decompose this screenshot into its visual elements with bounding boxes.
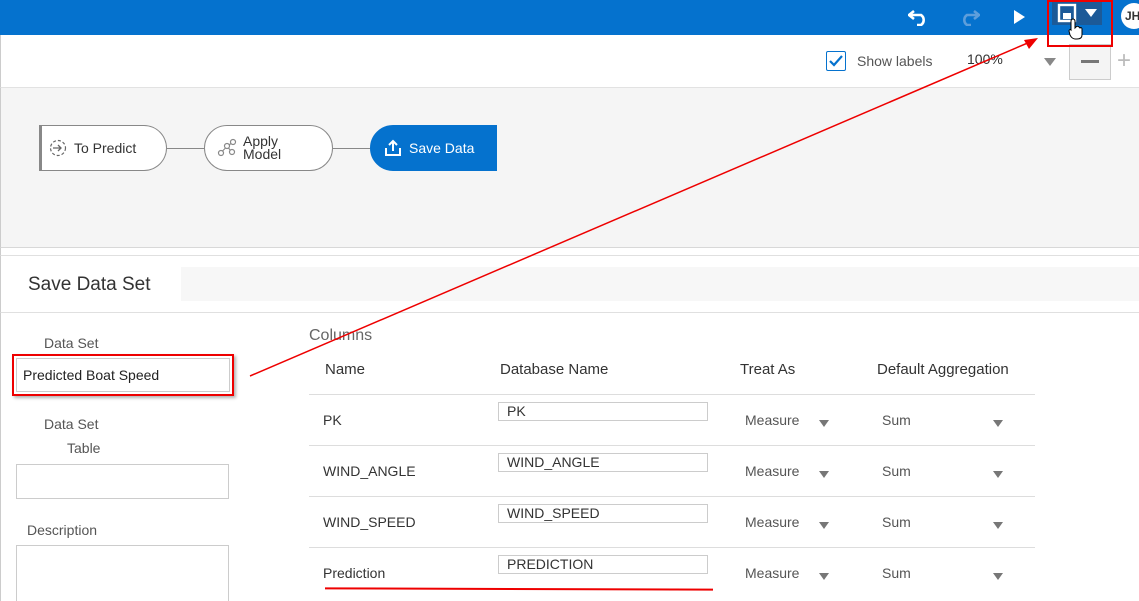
aggregation-select[interactable]: Sum: [882, 412, 911, 428]
treat-as-select[interactable]: Measure: [745, 412, 799, 428]
caret-down-icon[interactable]: [993, 465, 1003, 483]
top-toolbar: JH: [0, 0, 1139, 35]
data-set-table-input[interactable]: [16, 464, 229, 499]
aggregation-select[interactable]: Sum: [882, 463, 911, 479]
flow-node-apply-model[interactable]: Apply Model: [204, 125, 333, 171]
column-header-treat-as: Treat As: [740, 361, 796, 378]
treat-as-select[interactable]: Measure: [745, 463, 799, 479]
treat-as-select[interactable]: Measure: [745, 514, 799, 530]
description-label: Description: [27, 522, 98, 538]
column-name: WIND_ANGLE: [323, 463, 416, 479]
table-row: WIND_ANGLE WIND_ANGLE Measure Sum: [309, 445, 1035, 496]
flow-connector: [333, 148, 370, 149]
play-icon: [1014, 10, 1025, 24]
column-name: WIND_SPEED: [323, 514, 416, 530]
flow-node-label: Model: [243, 146, 282, 162]
zoom-level[interactable]: 100%: [967, 51, 1027, 67]
table-row: WIND_SPEED WIND_SPEED Measure Sum: [309, 496, 1035, 547]
column-header-default-aggregation: Default Aggregation: [877, 361, 1009, 378]
aggregation-select[interactable]: Sum: [882, 514, 911, 530]
caret-down-icon: [1044, 58, 1056, 66]
caret-down-icon[interactable]: [819, 414, 829, 432]
zoom-dropdown[interactable]: [1044, 53, 1056, 71]
show-labels-label: Show labels: [857, 53, 933, 69]
columns-title: Columns: [309, 327, 373, 344]
database-name-input[interactable]: PK: [498, 402, 708, 421]
caret-down-icon[interactable]: [993, 516, 1003, 534]
run-button[interactable]: [1004, 2, 1034, 32]
data-set-label: Data Set: [44, 335, 99, 351]
undo-button[interactable]: [904, 2, 934, 32]
caret-down-icon[interactable]: [819, 567, 829, 585]
column-name: PK: [323, 412, 342, 428]
highlight-box: [12, 354, 234, 396]
flow-node-to-predict[interactable]: To Predict: [39, 125, 167, 171]
flow-node-save-data[interactable]: Save Data: [370, 125, 497, 171]
hand-cursor-icon: [1068, 18, 1084, 45]
database-name-input[interactable]: WIND_ANGLE: [498, 453, 708, 472]
undo-icon: [908, 9, 925, 26]
panel-title: Save Data Set: [28, 274, 151, 295]
minus-icon: [1081, 60, 1099, 63]
database-name-input[interactable]: WIND_SPEED: [498, 504, 708, 523]
properties-panel-header: Save Data Set: [0, 255, 1139, 313]
flow-connector: [167, 148, 204, 149]
column-header-database-name: Database Name: [500, 361, 609, 378]
data-source-icon: [48, 138, 68, 158]
properties-panel: Data Set Predicted Boat Speed Data Set T…: [0, 313, 1139, 601]
treat-as-select[interactable]: Measure: [745, 565, 799, 581]
database-name-input[interactable]: PREDICTION: [498, 555, 708, 574]
data-set-table-label: Table: [67, 440, 101, 456]
user-avatar[interactable]: JH: [1121, 3, 1139, 29]
upload-icon: [383, 138, 403, 158]
apply-model-icon: [217, 138, 237, 158]
column-header-name: Name: [325, 361, 366, 378]
redo-icon: [963, 9, 980, 26]
zoom-out-button[interactable]: [1069, 44, 1111, 80]
zoom-in-button[interactable]: +: [1117, 47, 1131, 75]
canvas-toolbar: Show labels 100% +: [0, 35, 1139, 88]
caret-down-icon[interactable]: [819, 516, 829, 534]
description-input[interactable]: [16, 545, 229, 601]
caret-down-icon[interactable]: [993, 414, 1003, 432]
data-set-table-label: Data Set: [44, 416, 99, 432]
flow-node-label: Save Data: [409, 140, 475, 156]
caret-down-icon[interactable]: [819, 465, 829, 483]
redo-button[interactable]: [954, 2, 984, 32]
aggregation-select[interactable]: Sum: [882, 565, 911, 581]
flow-node-label: To Predict: [74, 140, 137, 156]
caret-down-icon[interactable]: [993, 567, 1003, 585]
flow-canvas[interactable]: To Predict Apply Model Save Data: [0, 88, 1139, 248]
show-labels-checkbox[interactable]: [826, 51, 846, 71]
column-name: Prediction: [323, 565, 386, 581]
table-row: PK PK Measure Sum: [309, 394, 1035, 445]
checkmark-icon: [829, 55, 843, 67]
